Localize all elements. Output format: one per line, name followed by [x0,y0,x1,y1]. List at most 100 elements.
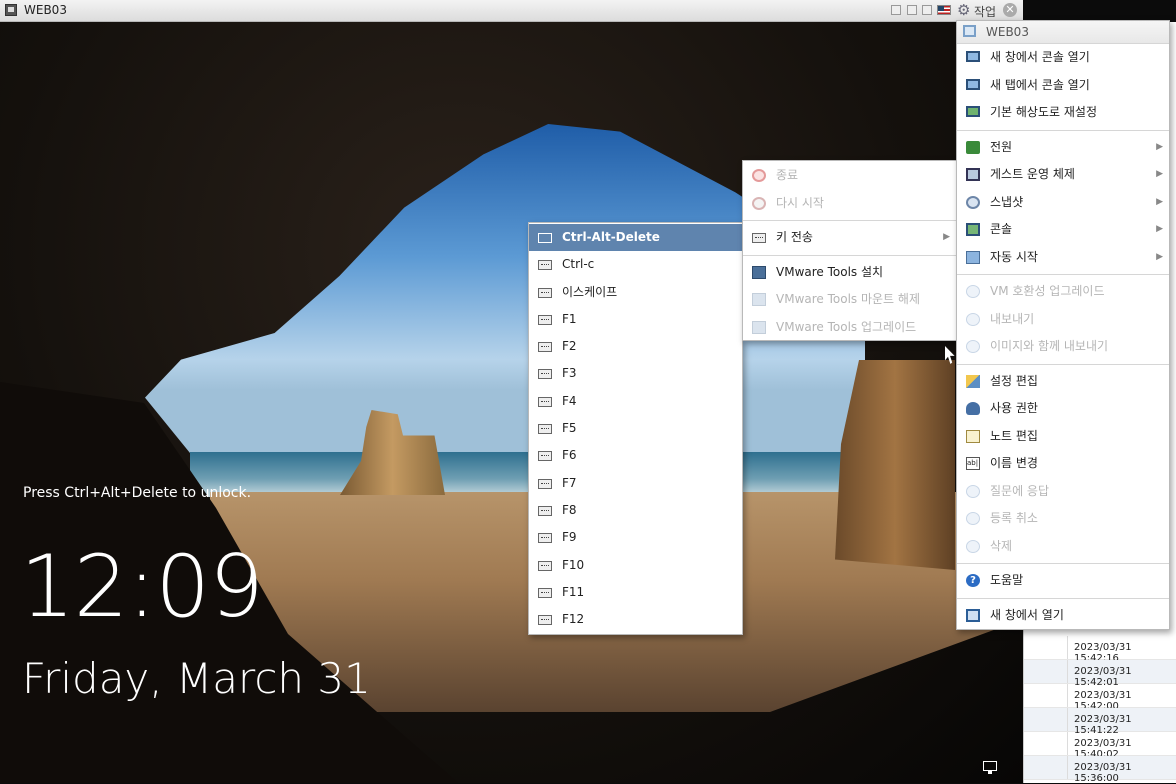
column-divider [1067,636,1068,659]
actions-menu-item[interactable]: 설정 편집 [957,368,1169,396]
monitor-icon [966,51,980,62]
column-divider [1067,732,1068,755]
send-key-item[interactable]: Ctrl-c [529,251,742,278]
send-key-item[interactable]: F11 [529,579,742,606]
actions-menu: WEB03 새 창에서 콘솔 열기새 탭에서 콘솔 열기기본 해상도로 재설정전… [956,20,1170,630]
send-key-label: Ctrl-c [562,257,595,272]
keyboard-icon [752,233,766,243]
send-key-item[interactable]: F2 [529,333,742,360]
event-timestamp: 2023/03/31 15:36:00 [1074,762,1132,784]
guest-os-menu: 종료 다시 시작키 전송 ▶ VMware Tools 설치 VMware Tools … [742,160,957,341]
actions-menu-item[interactable]: 게스트 운영 체제 ▶ [957,161,1169,189]
actions-menu-item[interactable]: ab| 이름 변경 [957,450,1169,478]
actions-menu-item[interactable]: 노트 편집 [957,423,1169,451]
lock-clock: 12:09 [20,537,264,637]
menu-separator [957,274,1169,275]
monitor-reset-icon [966,106,980,117]
send-key-item[interactable]: F1 [529,306,742,333]
send-key-label: F8 [562,502,577,517]
keyboard-icon [538,233,552,243]
actions-menu-item-label: 기본 해상도로 재설정 [990,105,1097,119]
vmware-tools-icon [752,265,766,279]
send-key-item[interactable]: F9 [529,524,742,551]
event-row[interactable]: 2023/03/31 15:41:22 [1024,708,1176,736]
actions-menu-item[interactable]: 새 창에서 콘솔 열기 [957,44,1169,72]
actions-menu-item[interactable]: ? 도움말 [957,567,1169,595]
guest-os-menu-item[interactable]: 키 전송 ▶ [743,224,956,252]
actions-menu-button[interactable]: 작업 [974,3,996,20]
guest-os-menu-item: 다시 시작 [743,190,956,218]
send-key-item[interactable]: F7 [529,470,742,497]
edit-notes-icon [966,429,980,443]
actions-menu-item-label: 콘솔 [990,222,1013,236]
column-divider [1067,684,1068,707]
actions-menu-item-label: 노트 편집 [990,428,1038,443]
lockscreen-background-cliff [835,360,955,570]
submenu-arrow-icon: ▶ [1156,251,1163,262]
actions-menu-item-label: VM 호환성 업그레이드 [990,284,1105,298]
fit-window-icon[interactable] [891,5,901,15]
send-key-item[interactable]: F12 [529,606,742,633]
actions-menu-item[interactable]: 새 탭에서 콘솔 열기 [957,72,1169,100]
event-row[interactable]: 2023/03/31 15:42:16 [1024,636,1176,664]
actions-menu-title: WEB03 [986,25,1029,39]
guest-os-menu-item-label: 키 전송 [776,230,813,244]
actions-menu-item[interactable]: 자동 시작 ▶ [957,244,1169,272]
send-keys-menu: Ctrl-Alt-Delete Ctrl-c 이스케이프 F1 F2 F3 F4 F5 F6 F7… [528,222,743,635]
guest-os-icon [966,168,980,181]
keyboard-layout-flag-icon[interactable] [937,5,951,15]
actions-menu-item-label: 새 탭에서 콘솔 열기 [990,77,1090,92]
send-key-item[interactable]: F5 [529,415,742,442]
export-image-icon [966,340,980,353]
keyboard-icon [538,587,552,598]
event-row[interactable]: 2023/03/31 15:42:00 [1024,684,1176,712]
menu-separator [957,129,1169,131]
keyboard-icon [538,287,552,298]
gear-icon[interactable]: ⚙ [957,1,970,19]
submenu-arrow-icon: ▶ [1156,224,1163,234]
guest-os-menu-item[interactable]: VMware Tools 설치 [743,259,956,287]
menu-separator [957,563,1169,564]
send-key-item[interactable]: Ctrl-Alt-Delete [529,224,742,252]
send-key-item[interactable]: F4 [529,388,742,415]
submenu-arrow-icon: ▶ [1156,196,1163,207]
actions-menu-item[interactable]: 전원 ▶ [957,134,1169,162]
keyboard-icon [538,451,552,462]
event-row[interactable]: 2023/03/31 15:36:00 [1024,756,1176,784]
send-key-label: F3 [562,366,577,381]
actions-menu-item[interactable]: 새 창에서 열기 [957,602,1169,630]
guest-os-menu-item: VMware Tools 업그레이드 [743,314,956,342]
guest-os-menu-item: 종료 [743,162,956,190]
send-key-item[interactable]: 이스케이프 [529,279,742,306]
keyboard-icon [538,369,552,380]
send-key-item[interactable]: F6 [529,442,742,469]
actions-menu-item-label: 질문에 응답 [990,483,1050,498]
fit-guest-icon[interactable] [907,5,917,15]
send-key-label: F11 [562,584,585,599]
send-key-item[interactable]: F3 [529,360,742,387]
shutdown-icon [752,169,766,182]
fullscreen-icon[interactable] [922,5,932,15]
actions-menu-item[interactable]: 사용 권한 [957,395,1169,423]
keyboard-icon [538,342,552,353]
keyboard-icon [538,314,552,325]
actions-menu-item-label: 이미지와 함께 내보내기 [990,339,1109,353]
actions-menu-item: VM 호환성 업그레이드 [957,278,1169,306]
send-key-item[interactable]: F10 [529,552,742,579]
monitor-icon [966,78,980,90]
window-title: WEB03 [24,3,67,17]
actions-menu-item[interactable]: 스냅샷 ▶ [957,189,1169,217]
guest-os-menu-item-label: VMware Tools 마운트 해제 [776,292,920,306]
submenu-arrow-icon: ▶ [1156,141,1163,152]
send-key-item[interactable]: F8 [529,497,742,524]
menu-separator [957,363,1169,365]
actions-menu-item[interactable]: 기본 해상도로 재설정 [957,99,1169,127]
permissions-icon [966,402,980,415]
keyboard-icon [538,533,552,544]
close-icon[interactable]: ✕ [1003,3,1017,17]
event-row[interactable]: 2023/03/31 15:40:02 [1024,732,1176,760]
event-row[interactable]: 2023/03/31 15:42:01 [1024,660,1176,688]
actions-menu-item[interactable]: 콘솔 ▶ [957,216,1169,244]
vm-console-screen[interactable]: Press Ctrl+Alt+Delete to unlock. 12:09 F… [0,22,1023,783]
actions-menu-item: 내보내기 [957,306,1169,334]
